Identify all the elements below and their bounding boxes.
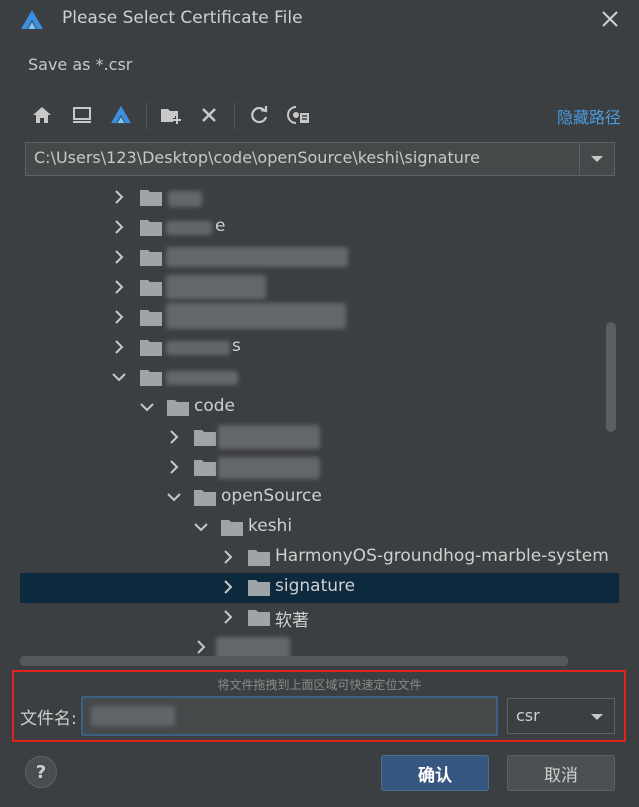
- folder-icon: [248, 550, 270, 566]
- drag-hint: 将文件拖拽到上面区域可快速定位文件: [217, 678, 422, 692]
- filename-input[interactable]: [81, 696, 498, 736]
- desktop-icon[interactable]: [68, 100, 96, 130]
- chevron-right-icon[interactable]: [112, 280, 126, 294]
- tree-row[interactable]: HarmonyOS-groundhog-marble-system: [20, 543, 619, 573]
- tree-row[interactable]: 软著: [20, 603, 619, 633]
- chevron-down-icon: [591, 714, 603, 720]
- chevron-right-icon[interactable]: [221, 580, 235, 594]
- tree-label: code: [194, 396, 235, 416]
- home-icon[interactable]: [28, 100, 56, 130]
- toolbar: [28, 100, 628, 132]
- folder-icon: [194, 460, 216, 476]
- tree-row[interactable]: keshi: [20, 513, 619, 543]
- tree-row[interactable]: e: [20, 213, 619, 243]
- help-button[interactable]: ?: [25, 756, 57, 788]
- tree-label: openSource: [221, 486, 322, 506]
- confirm-button[interactable]: 确认: [381, 755, 489, 791]
- close-icon[interactable]: [599, 8, 621, 30]
- folder-icon: [194, 430, 216, 446]
- show-hidden-icon[interactable]: [285, 100, 313, 130]
- folder-icon: [140, 190, 162, 206]
- folder-open-icon: [221, 520, 243, 536]
- chevron-right-icon[interactable]: [167, 460, 181, 474]
- cancel-button[interactable]: 取消: [507, 755, 615, 791]
- tree-row[interactable]: [20, 273, 619, 303]
- folder-icon: [140, 340, 162, 356]
- folder-open-icon: [140, 370, 162, 386]
- tree-label: signature: [275, 576, 356, 596]
- chevron-right-icon[interactable]: [112, 340, 126, 354]
- project-icon[interactable]: [107, 100, 135, 130]
- dialog-title: Please Select Certificate File: [62, 8, 303, 28]
- hide-path-link[interactable]: 隐藏路径: [557, 104, 621, 128]
- filename-label: 文件名:: [20, 709, 77, 729]
- chevron-right-icon[interactable]: [167, 430, 181, 444]
- path-dropdown-button[interactable]: [579, 143, 614, 175]
- tree-horizontal-scrollbar[interactable]: [20, 656, 568, 666]
- chevron-down-icon[interactable]: [112, 370, 126, 384]
- chevron-down-icon[interactable]: [167, 490, 181, 504]
- app-logo-icon: [21, 10, 43, 29]
- tree-row[interactable]: [20, 423, 619, 453]
- chevron-right-icon[interactable]: [112, 220, 126, 234]
- chevron-right-icon[interactable]: [112, 250, 126, 264]
- tree-label: HarmonyOS-groundhog-marble-system: [275, 546, 609, 566]
- folder-icon: [140, 310, 162, 326]
- chevron-right-icon[interactable]: [112, 310, 126, 324]
- title-bar: Please Select Certificate File: [0, 0, 639, 40]
- tree-row-selected[interactable]: signature: [20, 573, 619, 603]
- extension-value: csr: [516, 706, 540, 725]
- delete-icon[interactable]: [195, 100, 223, 130]
- tree-label: s: [232, 336, 241, 356]
- folder-icon: [140, 280, 162, 296]
- folder-open-icon: [167, 400, 189, 416]
- extension-select[interactable]: csr: [507, 698, 615, 734]
- refresh-icon[interactable]: [245, 100, 273, 130]
- folder-icon: [140, 250, 162, 266]
- chevron-right-icon[interactable]: [194, 640, 208, 654]
- folder-open-icon: [194, 490, 216, 506]
- tree-row[interactable]: [20, 453, 619, 483]
- file-tree[interactable]: e s code openSource keshi HarmonyOS-grou…: [20, 180, 619, 666]
- dialog-subtitle: Save as *.csr: [28, 55, 133, 74]
- tree-label: keshi: [248, 516, 293, 536]
- chevron-right-icon[interactable]: [221, 550, 235, 564]
- new-folder-icon[interactable]: [157, 100, 185, 130]
- folder-icon: [140, 220, 162, 236]
- folder-icon: [248, 610, 270, 626]
- folder-icon: [248, 580, 270, 596]
- tree-row[interactable]: s: [20, 333, 619, 363]
- tree-row[interactable]: code: [20, 393, 619, 423]
- chevron-right-icon[interactable]: [112, 190, 126, 204]
- tree-row[interactable]: [20, 303, 619, 333]
- path-text: C:\Users\123\Desktop\code\openSource\kes…: [34, 148, 480, 167]
- chevron-right-icon[interactable]: [221, 610, 235, 624]
- tree-row[interactable]: [20, 243, 619, 273]
- chevron-down-icon[interactable]: [194, 520, 208, 534]
- tree-row[interactable]: [20, 363, 619, 393]
- tree-label: 软著: [275, 611, 309, 631]
- tree-label: e: [215, 216, 226, 236]
- tree-vertical-scrollbar[interactable]: [606, 322, 616, 432]
- tree-row[interactable]: [20, 183, 619, 213]
- chevron-down-icon[interactable]: [140, 400, 154, 414]
- tree-row[interactable]: openSource: [20, 483, 619, 513]
- chevron-down-icon: [591, 156, 603, 162]
- path-combobox[interactable]: C:\Users\123\Desktop\code\openSource\kes…: [25, 142, 615, 176]
